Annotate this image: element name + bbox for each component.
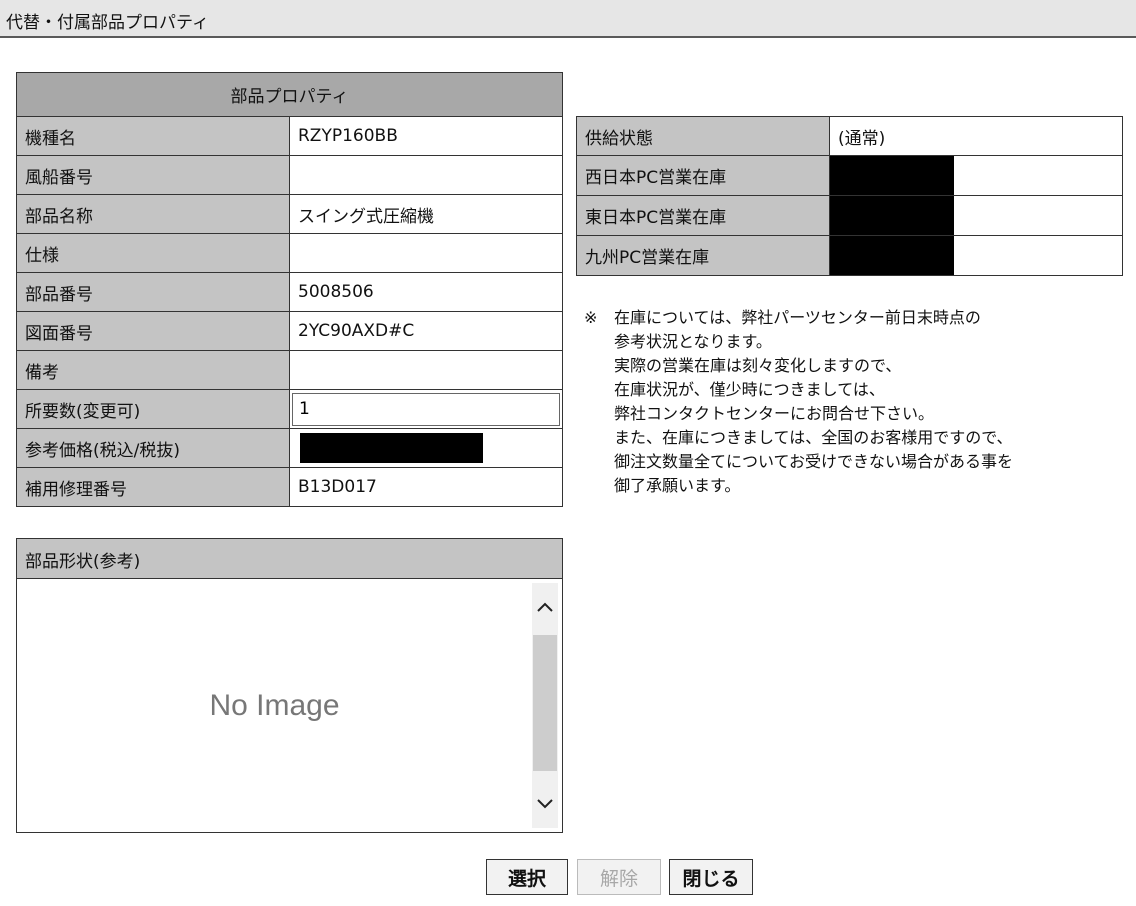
- select-button[interactable]: 選択: [486, 859, 568, 895]
- window-titlebar: 代替・付属部品プロパティ: [0, 0, 1136, 38]
- balloon-number-value: [289, 155, 563, 195]
- table-row: 九州PC営業在庫: [576, 235, 1123, 276]
- west-japan-stock-redacted: [830, 156, 954, 195]
- reference-price-label: 参考価格(税込/税抜): [16, 428, 290, 468]
- note-line: 弊社コンタクトセンターにお問合せ下さい。: [614, 404, 935, 423]
- remarks-value: [289, 350, 563, 390]
- image-scrollbar[interactable]: [532, 583, 558, 828]
- scroll-thumb[interactable]: [533, 635, 557, 771]
- note-mark: ※: [584, 308, 598, 327]
- west-japan-stock-label: 西日本PC営業在庫: [576, 155, 830, 196]
- model-name-label: 機種名: [16, 116, 290, 156]
- drawing-number-label: 図面番号: [16, 311, 290, 351]
- kyushu-stock-label: 九州PC営業在庫: [576, 235, 830, 276]
- note-line: 御注文数量全てについてお受けできない場合がある事を: [614, 452, 1014, 471]
- balloon-number-label: 風船番号: [16, 155, 290, 195]
- table-row: 備考: [16, 350, 563, 390]
- part-shape-header: 部品形状(参考): [17, 539, 562, 579]
- note-line: 在庫状況が、僅少時につきましては、: [614, 380, 885, 399]
- part-number-label: 部品番号: [16, 272, 290, 312]
- note-line: 在庫については、弊社パーツセンター前日末時点の: [614, 308, 981, 327]
- window-title: 代替・付属部品プロパティ: [6, 13, 209, 33]
- chevron-down-icon: [537, 799, 553, 809]
- scroll-up-button[interactable]: [532, 583, 558, 631]
- note-line: 実際の営業在庫は刻々変化しますので、: [614, 356, 902, 375]
- quantity-label: 所要数(変更可): [16, 389, 290, 429]
- table-row: 西日本PC営業在庫: [576, 155, 1123, 196]
- table-row: 仕様: [16, 233, 563, 273]
- table-row: 部品番号 5008506: [16, 272, 563, 312]
- table-row: 図面番号 2YC90AXD#C: [16, 311, 563, 351]
- parts-property-header: 部品プロパティ: [16, 72, 563, 117]
- part-name-value: スイング式圧縮機: [289, 194, 563, 234]
- drawing-number-value: 2YC90AXD#C: [289, 311, 563, 351]
- supply-status-value: (通常): [829, 116, 1123, 156]
- table-row: 風船番号: [16, 155, 563, 195]
- supply-status-label: 供給状態: [576, 116, 830, 156]
- spec-label: 仕様: [16, 233, 290, 273]
- repair-number-label: 補用修理番号: [16, 467, 290, 507]
- note-line: また、在庫につきましては、全国のお客様用ですので、: [614, 428, 1013, 447]
- table-row: 所要数(変更可): [16, 389, 563, 429]
- note-line: 参考状況となります。: [614, 332, 772, 351]
- table-row: 機種名 RZYP160BB: [16, 116, 563, 156]
- east-japan-stock-redacted: [830, 196, 954, 235]
- spec-value: [289, 233, 563, 273]
- scroll-down-button[interactable]: [532, 780, 558, 828]
- remarks-label: 備考: [16, 350, 290, 390]
- close-button[interactable]: 閉じる: [669, 859, 753, 895]
- stock-status-table: 供給状態 (通常) 西日本PC営業在庫 東日本PC営業在庫 九州PC営業在庫: [576, 116, 1123, 276]
- repair-number-value: B13D017: [289, 467, 563, 507]
- part-shape-panel: 部品形状(参考) No Image: [16, 538, 563, 833]
- table-row: 部品名称 スイング式圧縮機: [16, 194, 563, 234]
- parts-property-table: 部品プロパティ 機種名 RZYP160BB 風船番号 部品名称 スイング式圧縮機…: [16, 72, 563, 507]
- quantity-input[interactable]: [292, 392, 560, 426]
- table-row: 供給状態 (通常): [576, 116, 1123, 156]
- part-number-value: 5008506: [289, 272, 563, 312]
- model-name-value: RZYP160BB: [289, 116, 563, 156]
- stock-note: ※ 在庫については、弊社パーツセンター前日末時点の 参考状況となります。 実際の…: [584, 306, 1124, 498]
- part-name-label: 部品名称: [16, 194, 290, 234]
- chevron-up-icon: [537, 602, 553, 612]
- note-line: 御了承願います。: [614, 476, 741, 495]
- table-row: 参考価格(税込/税抜): [16, 428, 563, 468]
- east-japan-stock-label: 東日本PC営業在庫: [576, 195, 830, 236]
- reference-price-redacted: [300, 433, 483, 463]
- kyushu-stock-redacted: [830, 236, 954, 275]
- no-image-placeholder: No Image: [209, 688, 340, 722]
- release-button[interactable]: 解除: [577, 859, 661, 895]
- table-row: 東日本PC営業在庫: [576, 195, 1123, 236]
- table-row: 補用修理番号 B13D017: [16, 467, 563, 507]
